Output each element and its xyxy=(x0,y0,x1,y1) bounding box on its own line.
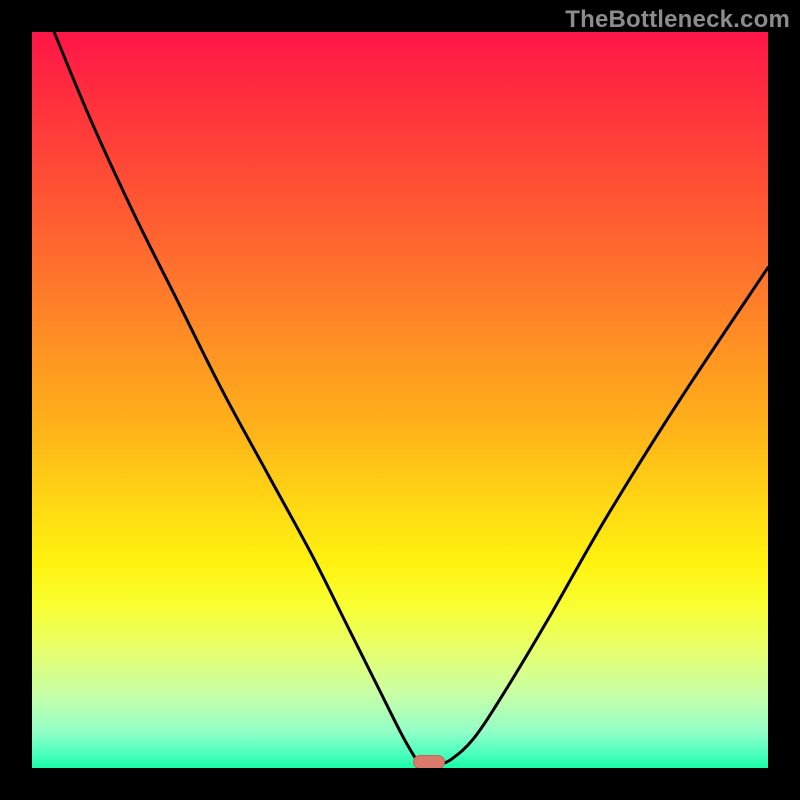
chart-frame: TheBottleneck.com xyxy=(0,0,800,800)
plot-area xyxy=(32,32,768,768)
bottleneck-curve xyxy=(32,32,768,768)
watermark-text: TheBottleneck.com xyxy=(565,6,790,34)
minimum-marker xyxy=(413,755,445,768)
curve-path xyxy=(54,32,768,768)
